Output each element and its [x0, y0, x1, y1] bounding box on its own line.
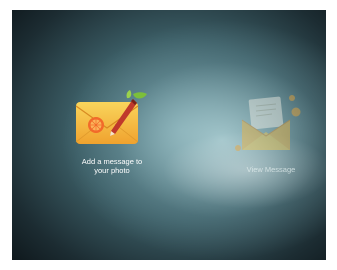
open-envelope-icon: [232, 92, 310, 159]
envelope-pen-icon: [67, 90, 157, 151]
add-message-tile[interactable]: Add a message to your photo: [67, 90, 157, 175]
add-message-label: Add a message to your photo: [81, 157, 143, 175]
photo-frame-screen: Add a message to your photo View Message: [12, 10, 326, 260]
view-message-label: View Message: [246, 165, 296, 174]
view-message-tile[interactable]: View Message: [232, 92, 310, 174]
